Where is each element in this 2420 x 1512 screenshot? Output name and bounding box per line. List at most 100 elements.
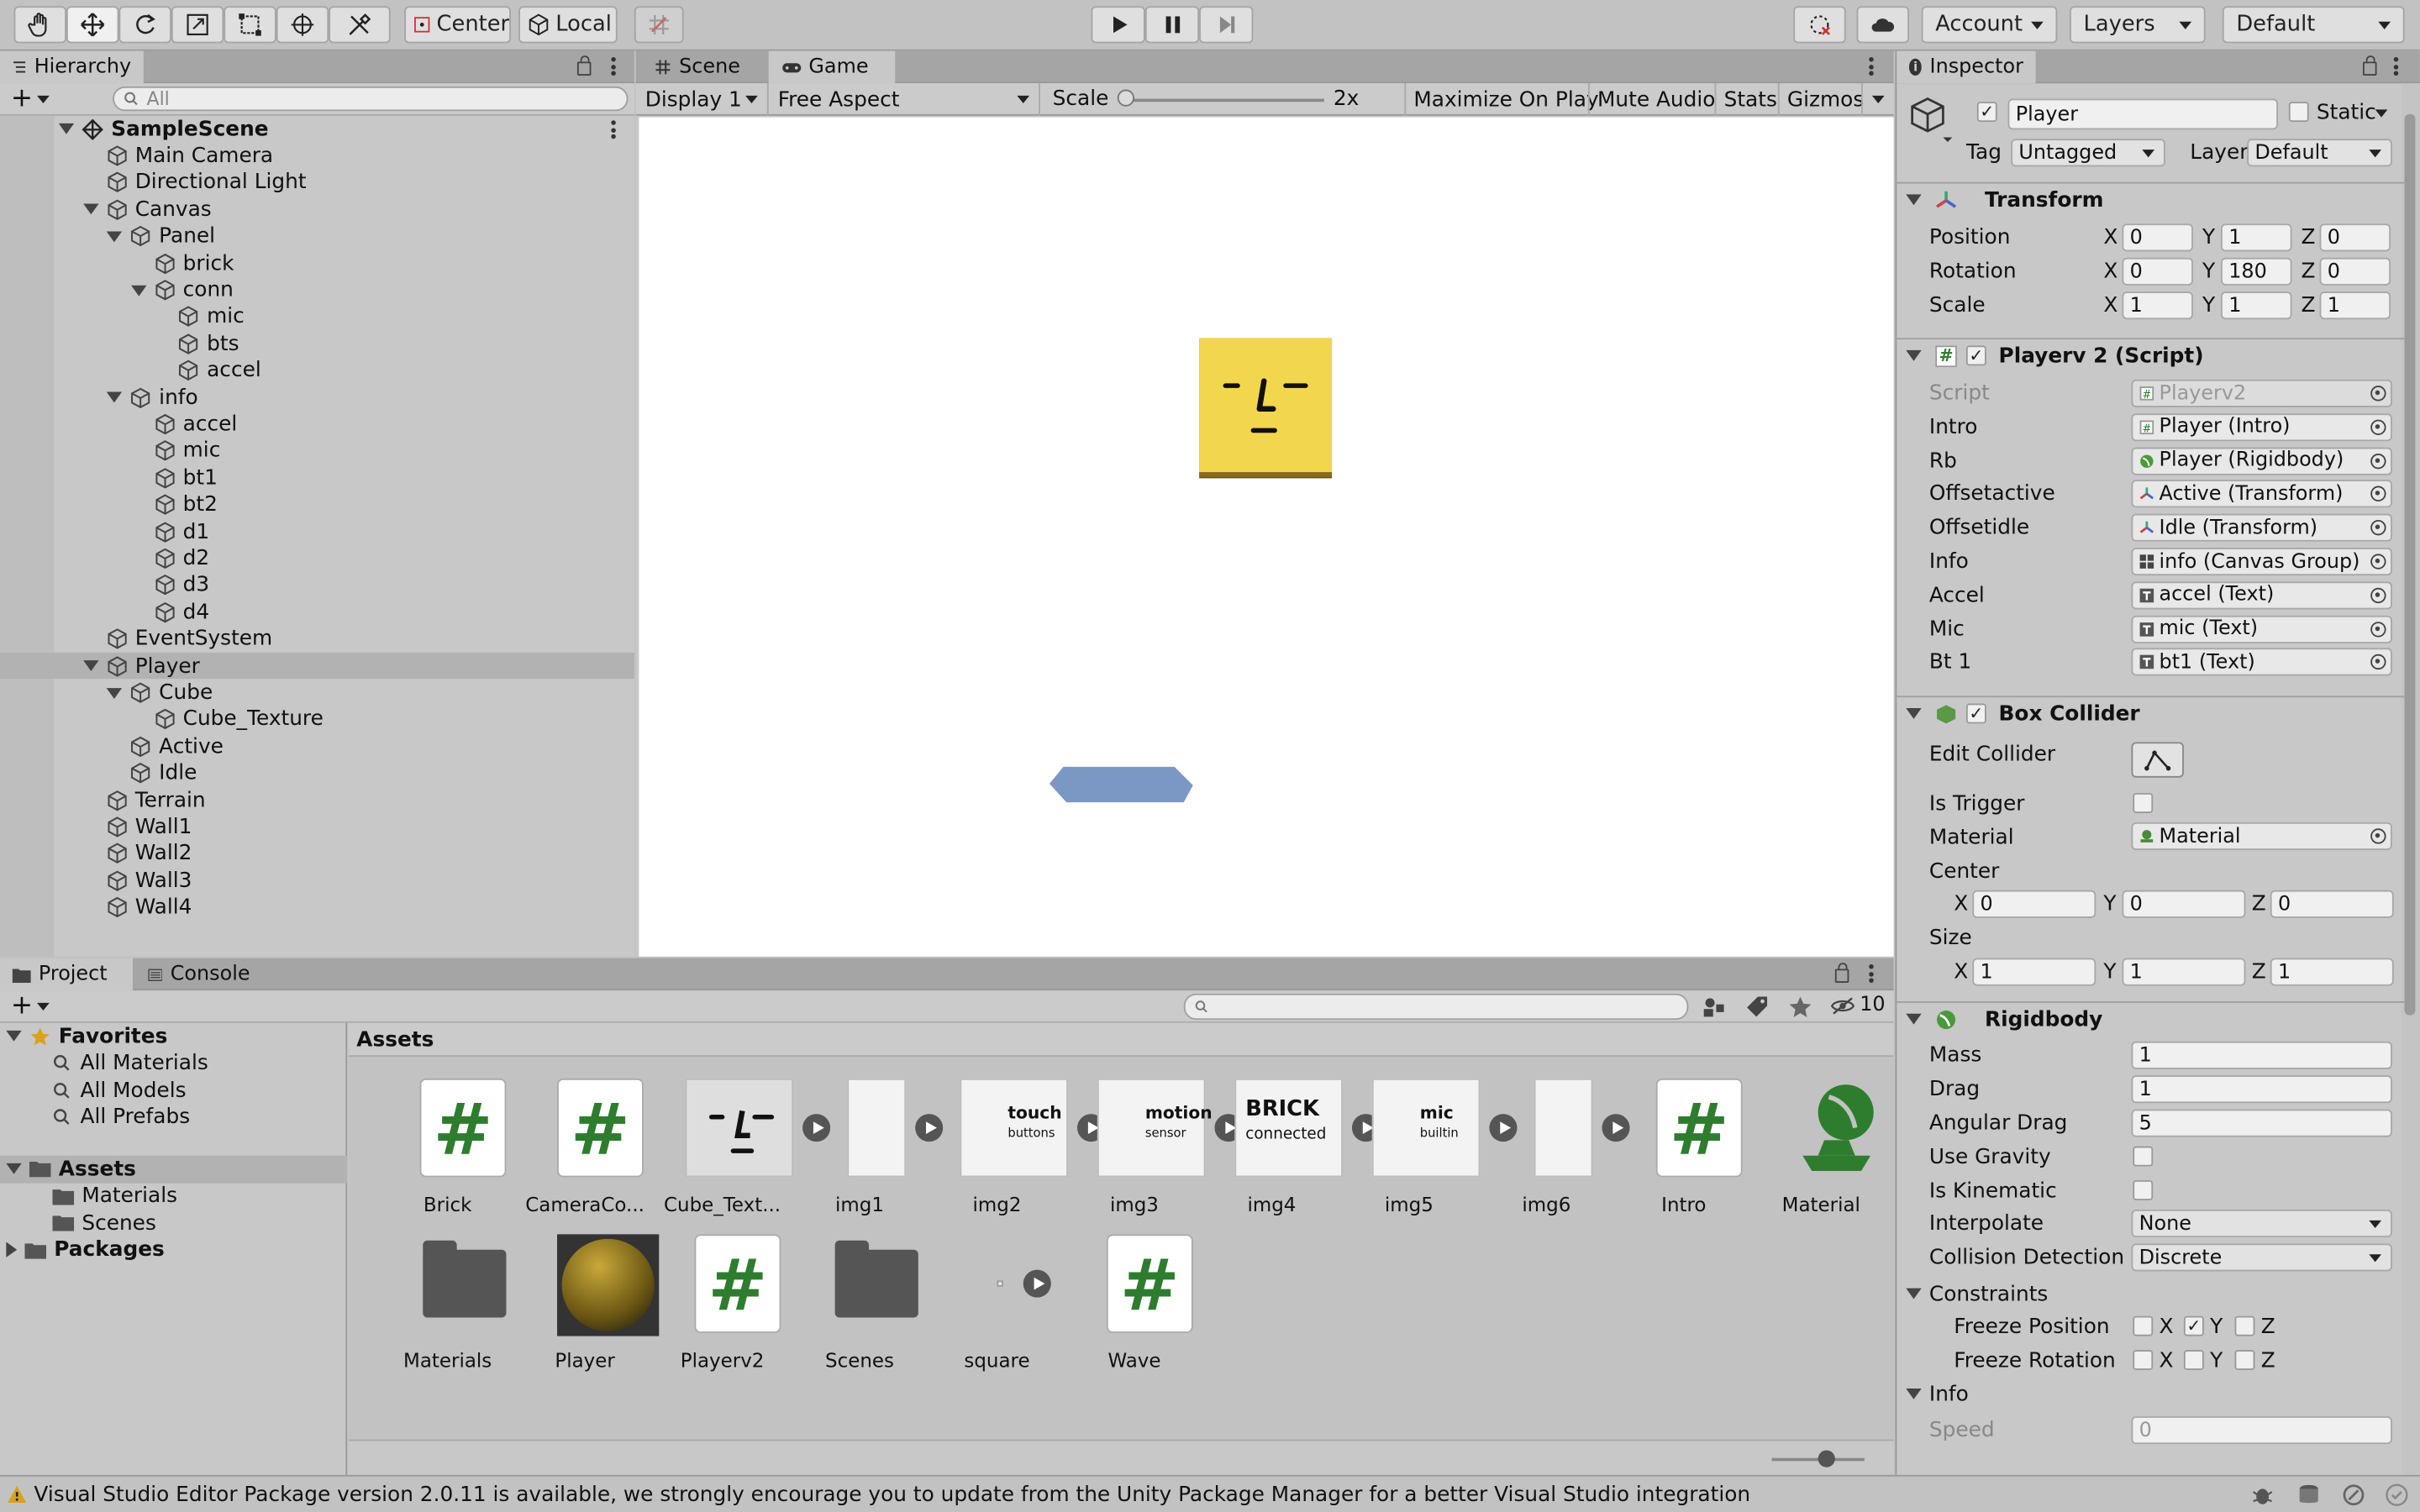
rigidbody-mass-field[interactable]: 1 — [2131, 1041, 2392, 1069]
inspector-scrollbar[interactable] — [2401, 83, 2420, 1475]
fav-all-prefabs[interactable]: All Prefabs — [52, 1104, 190, 1131]
more-menu-icon[interactable] — [609, 56, 615, 76]
hierarchy-item[interactable]: Wall1 — [82, 814, 192, 841]
expand-triangle-icon[interactable] — [130, 285, 146, 296]
account-dropdown[interactable]: Account — [1921, 6, 2058, 44]
hidden-packages-toggle[interactable]: 10 — [1830, 994, 1886, 1016]
scale-field-y[interactable]: 1 — [2221, 291, 2292, 320]
layer-dropdown[interactable]: Default — [2247, 139, 2392, 167]
scale-slider-thumb[interactable] — [1117, 89, 1134, 107]
play-button[interactable] — [1091, 6, 1145, 44]
expand-triangle-icon[interactable] — [106, 687, 123, 699]
asset-item[interactable]: Player — [523, 1234, 660, 1389]
freeze_pos-x-checkbox[interactable] — [2133, 1315, 2154, 1336]
gizmos-dropdown[interactable] — [1861, 83, 1892, 116]
size-field-y[interactable]: 1 — [2122, 958, 2246, 986]
more-menu-icon[interactable] — [2392, 56, 2398, 76]
freeze_rot-y-checkbox[interactable] — [2183, 1350, 2204, 1370]
rigidbody-drag-field[interactable]: 1 — [2131, 1075, 2392, 1104]
hierarchy-item[interactable]: bts — [155, 330, 239, 357]
rotation-field-z[interactable]: 0 — [2319, 257, 2391, 286]
box-collider-header[interactable]: ✓ Box Collider — [1897, 696, 2407, 729]
scale-field-x[interactable]: 1 — [2122, 291, 2193, 320]
hierarchy-item[interactable]: conn — [130, 276, 234, 303]
project-search-input[interactable] — [1183, 993, 1689, 1021]
asset-item[interactable]: Cube_Text... — [660, 1078, 831, 1233]
layers-dropdown[interactable]: Layers — [2070, 6, 2206, 44]
hierarchy-item[interactable]: Wall3 — [82, 868, 192, 895]
object-name-input[interactable]: Player — [2007, 98, 2278, 130]
hierarchy-search-input[interactable]: All — [113, 86, 629, 112]
info-foldout[interactable]: Info — [1906, 1381, 1969, 1408]
object-picker-icon[interactable] — [2370, 654, 2386, 670]
tab-console[interactable]: Console — [136, 958, 263, 991]
script-enabled-checkbox[interactable]: ✓ — [1965, 345, 1986, 366]
custom-tool-button[interactable] — [329, 6, 391, 44]
freeze_rot-x-checkbox[interactable] — [2133, 1350, 2154, 1370]
hierarchy-item[interactable]: d1 — [130, 518, 209, 545]
scale-field-z[interactable]: 1 — [2319, 291, 2391, 320]
object-picker-icon[interactable] — [2370, 386, 2386, 402]
expand-triangle-icon[interactable] — [1906, 349, 1922, 361]
is-trigger-checkbox[interactable] — [2133, 793, 2154, 813]
more-menu-icon[interactable] — [1867, 963, 1873, 983]
asset-item[interactable]: # Wave — [1073, 1234, 1197, 1389]
hierarchy-item[interactable]: d4 — [130, 599, 209, 626]
more-menu-icon[interactable] — [1867, 56, 1873, 76]
expand-triangle-icon[interactable] — [58, 123, 75, 135]
hierarchy-item[interactable]: brick — [130, 250, 234, 277]
script-field-ref[interactable]: Player (Rigidbody) — [2131, 446, 2392, 475]
object-picker-icon[interactable] — [2370, 419, 2386, 435]
tab-inspector[interactable]: i Inspector — [1897, 50, 2036, 84]
pivot-rotation-button[interactable]: Local — [518, 6, 618, 44]
hierarchy-item[interactable]: Main Camera — [82, 143, 273, 170]
bug-icon[interactable] — [2250, 1483, 2275, 1507]
favorite-star-icon[interactable] — [1789, 995, 1812, 1019]
auto-generate-lighting-icon[interactable] — [2385, 1483, 2409, 1507]
zoom-slider-thumb[interactable] — [1818, 1450, 1835, 1467]
lock-icon[interactable] — [576, 55, 592, 76]
expand-triangle-icon[interactable] — [82, 204, 98, 215]
mute-audio-toggle[interactable]: Mute Audio — [1587, 83, 1723, 116]
inspector-scroll-thumb[interactable] — [2404, 113, 2416, 1016]
game-viewport[interactable] — [639, 117, 1894, 957]
asset-item[interactable]: # Playerv2 — [660, 1234, 784, 1389]
cloud-button[interactable] — [1856, 6, 1909, 44]
object-picker-icon[interactable] — [2370, 621, 2386, 637]
expand-triangle-icon[interactable] — [106, 231, 123, 242]
maximize-on-play-toggle[interactable]: Maximize On Play — [1404, 83, 1606, 116]
script-field-ref[interactable]: accel (Text) — [2131, 581, 2392, 610]
status-bar[interactable]: Visual Studio Editor Package version 2.0… — [0, 1474, 2420, 1512]
scene-menu-icon[interactable] — [609, 120, 615, 139]
rotate-tool-button[interactable] — [118, 6, 171, 44]
display-dropdown[interactable]: Display 1 — [636, 83, 769, 116]
asset-item[interactable]: # Intro — [1622, 1078, 1745, 1233]
script-field-ref[interactable]: Idle (Transform) — [2131, 513, 2392, 543]
center-field-x[interactable]: 0 — [1972, 890, 2096, 918]
hierarchy-item[interactable]: Panel — [106, 223, 215, 250]
size-field-x[interactable]: 1 — [1972, 958, 2096, 986]
search-by-type-icon[interactable] — [1701, 995, 1725, 1019]
hierarchy-item[interactable]: Active — [107, 733, 224, 760]
hierarchy-item[interactable]: accel — [130, 411, 237, 438]
asset-item[interactable]: img6 — [1485, 1078, 1630, 1233]
hierarchy-item[interactable]: Wall2 — [82, 841, 192, 868]
script-field-ref[interactable]: Active (Transform) — [2131, 480, 2392, 508]
move-tool-button[interactable] — [66, 6, 119, 44]
hierarchy-item[interactable]: accel — [155, 357, 261, 384]
scale-slider-track[interactable] — [1120, 98, 1324, 102]
tab-project[interactable]: Project — [0, 958, 133, 991]
progress-icon[interactable] — [2341, 1483, 2365, 1507]
object-picker-icon[interactable] — [2370, 486, 2386, 502]
tab-hierarchy[interactable]: Hierarchy — [0, 50, 144, 84]
position-field-y[interactable]: 1 — [2221, 223, 2292, 252]
materials-folder-item[interactable]: Materials — [52, 1183, 177, 1210]
pause-button[interactable] — [1144, 6, 1200, 44]
expand-triangle-icon[interactable] — [1906, 1013, 1922, 1025]
tag-dropdown[interactable]: Untagged — [2011, 139, 2165, 167]
rigidbody-header[interactable]: Rigidbody — [1897, 1001, 2407, 1035]
hierarchy-item[interactable]: Wall4 — [82, 895, 192, 921]
object-picker-icon[interactable] — [2370, 453, 2386, 469]
gizmos-toggle[interactable]: Gizmos — [1777, 83, 1872, 116]
script-field-ref[interactable]: bt1 (Text) — [2131, 648, 2392, 677]
